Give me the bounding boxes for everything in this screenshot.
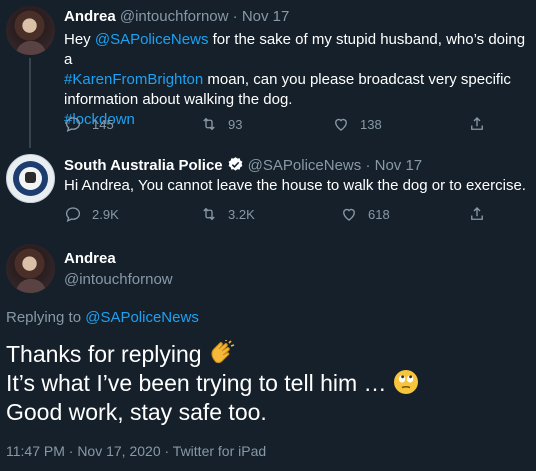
tweet1-like-count: 138 [360, 116, 382, 132]
share-icon [471, 207, 483, 220]
verified-badge-icon [228, 157, 243, 171]
tweet1-share-button[interactable] [468, 115, 486, 133]
tweet1-retweet-count: 93 [228, 116, 243, 132]
retweet-icon [203, 207, 215, 221]
piping-shrike-icon [25, 172, 36, 183]
thread-connector [29, 58, 31, 148]
tweet1-date[interactable]: Nov 17 [242, 8, 290, 25]
replying-to-label: Replying to [6, 309, 86, 326]
replying-to-handle[interactable]: @SAPoliceNews [85, 309, 199, 326]
tweet1-header: Andrea @intouchfornow · Nov 17 [64, 8, 289, 25]
main-text-line3: Good work, stay safe too. [6, 399, 267, 425]
main-text-line2: It’s what I’ve been trying to tell him … [6, 370, 393, 396]
tweet2-like-button[interactable]: 618 [340, 205, 390, 223]
tweet1-text: Hey @SAPoliceNews for the sake of my stu… [64, 30, 534, 130]
avatar-sa-police[interactable] [6, 154, 55, 203]
tweet2-retweet-button[interactable]: 3.2K [200, 205, 255, 223]
tweet2-retweet-count: 3.2K [228, 206, 255, 222]
tweet2-handle[interactable]: @SAPoliceNews [248, 157, 362, 174]
main-name-text: Andrea [64, 250, 116, 267]
main-text-line1: Thanks for replying [6, 341, 208, 367]
main-author-name[interactable]: Andrea [64, 250, 116, 267]
tweet1-text-hey: Hey [64, 31, 95, 48]
tweet1-mention[interactable]: @SAPoliceNews [95, 31, 209, 48]
tweet2-date[interactable]: Nov 17 [375, 157, 423, 174]
tweet1-reply-count: 145 [92, 116, 114, 132]
tweet1-text-line3: information about walking the dog. [64, 91, 293, 108]
tweet1-like-button[interactable]: 138 [332, 115, 382, 133]
tweet1-reply-button[interactable]: 145 [64, 115, 114, 133]
retweet-icon [203, 117, 215, 131]
tweet2-reply-button[interactable]: 2.9K [64, 205, 119, 223]
tweet2-reply-count: 2.9K [92, 206, 119, 222]
tweet1-hashtag-lockdown[interactable]: #lockdown [64, 110, 534, 130]
heart-icon [335, 118, 347, 131]
heart-icon [343, 208, 355, 221]
eye-roll-emoji [393, 370, 418, 394]
avatar-andrea-main[interactable] [6, 244, 55, 293]
reply-icon [65, 117, 81, 132]
share-icon [471, 117, 483, 130]
main-handle[interactable]: @intouchfornow [64, 271, 173, 288]
tweet2-author-name[interactable]: South Australia Police [64, 157, 223, 174]
main-tweet-text: Thanks for replying It’s what I’ve been … [6, 340, 534, 427]
tweet1-hashtag-karen[interactable]: #KarenFromBrighton [64, 71, 203, 88]
avatar-andrea[interactable] [6, 6, 55, 55]
tweet2-text: Hi Andrea, You cannot leave the house to… [64, 177, 526, 194]
tweet1-retweet-button[interactable]: 93 [200, 115, 242, 133]
clapping-hands-emoji [211, 340, 235, 364]
main-timestamp[interactable]: 11:47 PM · Nov 17, 2020 · Twitter for iP… [6, 443, 266, 459]
tweet1-text-part2: moan, can you please broadcast very spec… [203, 71, 511, 88]
tweet2-share-button[interactable] [468, 205, 486, 223]
tweet2-separator: · [365, 157, 371, 174]
tweet1-separator: · [232, 8, 238, 25]
tweet2-header: South Australia Police @SAPoliceNews · No… [64, 156, 422, 174]
tweet1-author-name[interactable]: Andrea [64, 8, 116, 25]
reply-icon [65, 207, 81, 222]
replying-to: Replying to @SAPoliceNews [6, 309, 199, 326]
tweet2-like-count: 618 [368, 206, 390, 222]
tweet1-handle[interactable]: @intouchfornow [120, 8, 229, 25]
